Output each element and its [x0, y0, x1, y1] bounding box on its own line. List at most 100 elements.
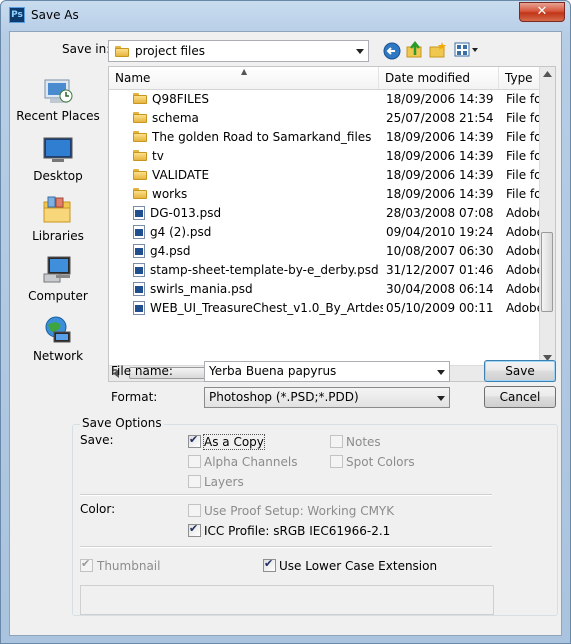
- as-a-copy-checkbox[interactable]: [188, 433, 201, 448]
- file-name-text: swirls_mania.psd: [150, 282, 253, 296]
- file-name-text: VALIDATE: [152, 168, 210, 182]
- date-modified-cell: 18/09/2006 14:39: [386, 149, 494, 163]
- list-item[interactable]: DG-013.psd 28/03/2008 07:08 Adobe: [109, 204, 545, 223]
- color-label: Color:: [80, 502, 116, 516]
- file-list[interactable]: Name ▲ Date modified Type Q98FILES 18/09/…: [108, 66, 556, 382]
- place-label: Recent Places: [16, 109, 100, 123]
- file-name-value: Yerba Buena papyrus: [209, 364, 337, 378]
- file-name-cell: VALIDATE: [133, 166, 383, 185]
- save-in-dropdown[interactable]: project files: [108, 40, 369, 62]
- icc-profile-label: ICC Profile: sRGB IEC61966-2.1: [204, 524, 391, 538]
- save-options-title: Save Options: [80, 416, 164, 430]
- chevron-down-icon: [356, 49, 364, 54]
- file-name-text: WEB_UI_TreasureChest_v1.0_By_Artdesig...: [150, 301, 383, 315]
- save-button[interactable]: Save: [484, 360, 556, 382]
- use-proof-setup-checkbox[interactable]: [188, 504, 201, 517]
- recent-places-icon: [44, 79, 73, 103]
- file-name-cell: tv: [133, 147, 383, 166]
- folder-icon: [133, 188, 147, 199]
- network-icon: [45, 316, 71, 343]
- as-a-copy-label: As a Copy: [203, 434, 265, 450]
- folder-icon: [133, 112, 147, 123]
- list-item[interactable]: The golden Road to Samarkand_files 18/09/…: [109, 128, 545, 147]
- vertical-scroll-thumb[interactable]: [541, 232, 553, 312]
- divider: [80, 494, 492, 496]
- date-modified-cell: 09/04/2010 19:24: [386, 225, 494, 239]
- list-item[interactable]: Q98FILES 18/09/2006 14:39 File fol: [109, 90, 545, 109]
- icc-profile-checkbox[interactable]: [188, 522, 201, 537]
- psd-file-icon: [133, 205, 145, 220]
- thumbnail-checkbox[interactable]: [80, 557, 93, 572]
- file-name-cell: swirls_mania.psd: [133, 280, 383, 299]
- place-label: Libraries: [32, 229, 84, 243]
- notes-label: Notes: [346, 435, 381, 449]
- psd-file-icon: [133, 281, 145, 296]
- file-name-cell: stamp-sheet-template-by-e_derby.psd: [133, 261, 383, 280]
- column-label: Type: [505, 71, 533, 85]
- file-name-cell: WEB_UI_TreasureChest_v1.0_By_Artdesig...: [133, 299, 383, 318]
- save-as-dialog: Ps Save As ✕ Save in: project files Rece…: [0, 0, 571, 644]
- file-name-cell: g4.psd: [133, 242, 383, 261]
- lower-case-extension-checkbox[interactable]: [263, 557, 276, 572]
- computer-icon: [43, 256, 71, 283]
- alpha-channels-label: Alpha Channels: [204, 455, 298, 469]
- list-item[interactable]: works 18/09/2006 14:39 File fol: [109, 185, 545, 204]
- date-modified-cell: 18/09/2006 14:39: [386, 130, 494, 144]
- list-item[interactable]: WEB_UI_TreasureChest_v1.0_By_Artdesig...…: [109, 299, 545, 318]
- file-name-cell: g4 (2).psd: [133, 223, 383, 242]
- list-item[interactable]: stamp-sheet-template-by-e_derby.psd 31/12…: [109, 261, 545, 280]
- alpha-channels-checkbox[interactable]: [188, 455, 201, 468]
- spot-colors-checkbox[interactable]: [330, 455, 343, 468]
- vertical-scrollbar[interactable]: [539, 67, 555, 365]
- place-network[interactable]: Network: [10, 314, 106, 363]
- list-item[interactable]: g4 (2).psd 09/04/2010 19:24 Adobe: [109, 223, 545, 242]
- file-name-text: Q98FILES: [152, 92, 210, 106]
- list-item[interactable]: VALIDATE 18/09/2006 14:39 File fol: [109, 166, 545, 185]
- sort-ascending-icon: ▲: [241, 67, 248, 76]
- cancel-button[interactable]: Cancel: [484, 386, 556, 408]
- place-recent-places[interactable]: Recent Places: [10, 74, 106, 123]
- file-name-text: stamp-sheet-template-by-e_derby.psd: [150, 263, 379, 277]
- folder-icon: [115, 46, 129, 57]
- format-dropdown[interactable]: Photoshop (*.PSD;*.PDD): [204, 387, 450, 408]
- file-name-cell: DG-013.psd: [133, 204, 383, 223]
- notes-checkbox[interactable]: [330, 435, 343, 448]
- up-folder-icon[interactable]: [406, 41, 424, 59]
- view-menu-icon[interactable]: [454, 42, 480, 58]
- folder-icon: [133, 93, 147, 104]
- libraries-icon: [43, 196, 71, 223]
- chevron-down-icon[interactable]: [437, 369, 445, 375]
- date-modified-cell: 18/09/2006 14:39: [386, 187, 494, 201]
- back-icon[interactable]: [383, 42, 401, 60]
- layers-checkbox[interactable]: [188, 475, 201, 488]
- column-header-date-modified[interactable]: Date modified: [379, 67, 499, 89]
- file-name-cell: Q98FILES: [133, 90, 383, 109]
- place-label: Desktop: [33, 169, 83, 183]
- save-label: Save:: [80, 433, 114, 447]
- divider: [80, 546, 492, 548]
- file-name-input[interactable]: Yerba Buena papyrus: [204, 361, 450, 382]
- list-item[interactable]: swirls_mania.psd 30/04/2008 06:14 Adobe: [109, 280, 545, 299]
- file-name-text: The golden Road to Samarkand_files: [152, 130, 372, 144]
- title-bar[interactable]: Ps Save As ✕: [1, 1, 570, 29]
- psd-file-icon: [133, 262, 145, 277]
- place-computer[interactable]: Computer: [10, 254, 106, 303]
- column-label: Name: [115, 71, 151, 85]
- psd-file-icon: [133, 243, 145, 258]
- file-name-cell: The golden Road to Samarkand_files: [133, 128, 383, 147]
- list-item[interactable]: tv 18/09/2006 14:39 File fol: [109, 147, 545, 166]
- date-modified-cell: 25/07/2008 21:54: [386, 111, 494, 125]
- list-item[interactable]: schema 25/07/2008 21:54 File fol: [109, 109, 545, 128]
- scroll-up-icon[interactable]: [543, 71, 552, 77]
- psd-file-icon: [133, 300, 145, 315]
- places-bar: Recent Places Desktop Libraries Computer…: [10, 66, 106, 366]
- place-desktop[interactable]: Desktop: [10, 134, 106, 183]
- column-header-name[interactable]: Name ▲: [109, 67, 379, 89]
- place-libraries[interactable]: Libraries: [10, 194, 106, 243]
- file-name-text: g4 (2).psd: [150, 225, 212, 239]
- save-in-label: Save in:: [62, 42, 111, 56]
- list-item[interactable]: g4.psd 10/08/2007 06:30 Adobe: [109, 242, 545, 261]
- new-folder-icon[interactable]: [429, 41, 447, 59]
- date-modified-cell: 31/12/2007 01:46: [386, 263, 494, 277]
- close-button[interactable]: ✕: [519, 2, 565, 22]
